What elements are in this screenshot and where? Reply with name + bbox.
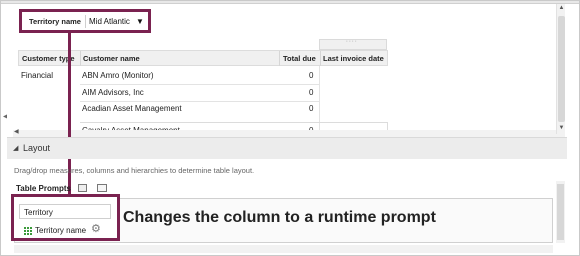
callout-text: Changes the column to a runtime prompt <box>123 209 436 226</box>
header-last-invoice-date[interactable]: Last invoice date <box>323 54 384 63</box>
scroll-down-icon[interactable]: ▼ <box>558 125 565 131</box>
territory-select[interactable]: Mid Atlantic ▼ <box>85 15 147 28</box>
cell-customer-name: ABN Amro (Monitor) <box>82 71 154 80</box>
cell-total-due: 0 <box>309 71 314 80</box>
table-prompts-properties-icon[interactable] <box>78 184 87 192</box>
table-header: Customer type Customer name Total due La… <box>18 50 388 66</box>
scroll-up-icon[interactable]: ▲ <box>558 5 565 11</box>
gear-icon[interactable]: ⚙ <box>91 222 101 235</box>
horizontal-scrollbar[interactable]: ◀ ▶ <box>13 128 565 137</box>
report-editor-window: ◀ Territory name Mid Atlantic ▼ ∙∙∙∙ Cus… <box>0 0 580 256</box>
layout-vertical-scrollbar[interactable] <box>556 181 565 243</box>
territory-prompt-panel-highlight: Territory Territory name ⚙ <box>11 194 120 241</box>
layout-hint-text: Drag/drop measures, columns and hierarch… <box>14 166 255 175</box>
table-preview-area: Territory name Mid Atlantic ▼ ∙∙∙∙ Custo… <box>7 5 565 140</box>
top-border <box>1 1 579 4</box>
scrollbar-thumb[interactable] <box>557 184 564 240</box>
cell-customer-name: AIM Advisors, Inc <box>82 88 144 97</box>
territory-prompt-highlight: Territory name Mid Atlantic ▼ <box>19 9 151 33</box>
vertical-scrollbar[interactable]: ▲ ▼ <box>556 4 565 134</box>
territory-field-label: Territory <box>24 208 53 217</box>
layout-title: Layout <box>23 143 51 153</box>
prompt-label: Territory name <box>29 17 81 26</box>
layout-section-header[interactable]: ◢ Layout <box>7 137 567 159</box>
layout-horizontal-scrollbar[interactable] <box>14 245 553 253</box>
hierarchy-grid-icon <box>24 227 32 235</box>
header-divider <box>279 51 280 66</box>
header-total-due[interactable]: Total due <box>283 54 316 63</box>
cell-customer-type: Financial <box>21 71 54 80</box>
header-divider <box>80 51 81 66</box>
table-prompts-layout-icon[interactable] <box>97 184 107 192</box>
table-prompts-label: Table Prompts <box>16 184 71 193</box>
header-customer-name[interactable]: Customer name <box>83 54 140 63</box>
cell-total-due: 0 <box>309 104 314 113</box>
table-row: Financial ABN Amro (Monitor) 0 <box>18 68 388 84</box>
territory-prompt-field[interactable]: Territory <box>19 204 111 219</box>
scroll-left-icon[interactable]: ◀ <box>14 128 19 135</box>
territory-select-value: Mid Atlantic <box>89 17 130 26</box>
caret-down-icon[interactable]: ▼ <box>136 17 144 26</box>
table-row: AIM Advisors, Inc 0 <box>18 85 388 101</box>
table-row: Acadian Asset Management 0 <box>18 101 388 117</box>
cell-customer-name: Acadian Asset Management <box>82 104 182 113</box>
header-customer-type[interactable]: Customer type <box>22 54 75 63</box>
collapse-triangle-icon[interactable]: ◢ <box>13 144 18 152</box>
territory-name-column[interactable]: Territory name <box>35 226 86 235</box>
scrollbar-thumb[interactable] <box>558 16 565 122</box>
header-divider <box>320 51 321 66</box>
drag-dots-icon: ∙∙∙∙ <box>346 38 358 45</box>
cell-total-due: 0 <box>309 88 314 97</box>
column-drag-handle[interactable]: ∙∙∙∙ <box>319 38 387 50</box>
